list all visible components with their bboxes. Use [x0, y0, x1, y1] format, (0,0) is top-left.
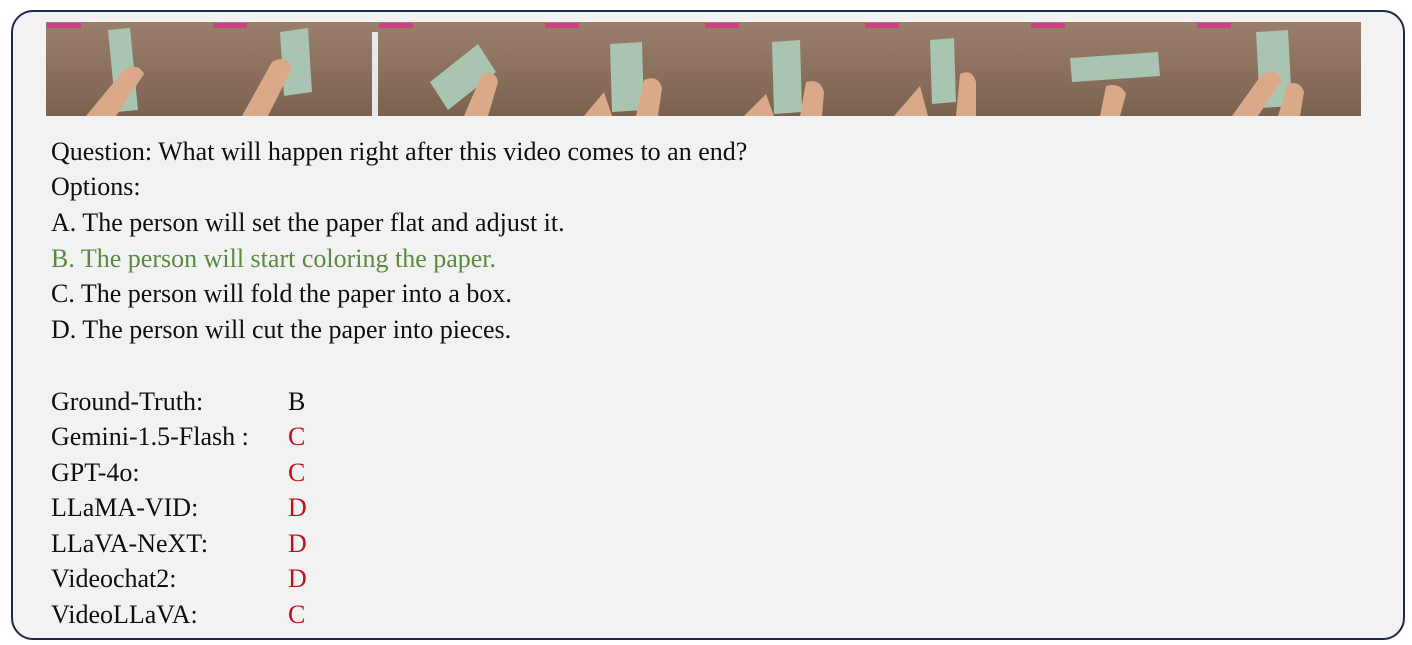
result-row: Gemini-1.5-Flash : C	[51, 422, 305, 452]
model-answer: C	[288, 600, 306, 629]
video-frame-1	[46, 22, 212, 116]
result-row: VideoLLaVA: C	[51, 600, 305, 630]
model-answer: D	[288, 493, 307, 522]
video-frame-strip	[46, 22, 1361, 116]
video-frame-6	[864, 22, 1030, 116]
option-b-correct: B. The person will start coloring the pa…	[51, 244, 497, 273]
result-row: LLaMA-VID: D	[51, 493, 307, 523]
model-name: LLaMA-VID:	[51, 493, 199, 522]
video-frame-3	[378, 22, 544, 116]
result-row: GPT-4o: C	[51, 458, 305, 488]
result-row: Ground-Truth: B	[51, 387, 305, 417]
result-row: LLaVA-NeXT: D	[51, 529, 307, 559]
options-label: Options:	[51, 172, 141, 201]
model-name: Videochat2:	[51, 564, 177, 593]
model-name: VideoLLaVA:	[51, 600, 198, 629]
model-answer: B	[288, 387, 306, 416]
question-text: Question: What will happen right after t…	[51, 137, 748, 166]
model-name: LLaVA-NeXT:	[51, 529, 209, 558]
option-d: D. The person will cut the paper into pi…	[51, 315, 512, 344]
option-a: A. The person will set the paper flat an…	[51, 208, 565, 237]
video-frame-8	[1196, 22, 1361, 116]
model-answer: C	[288, 422, 306, 451]
model-name: Gemini-1.5-Flash :	[51, 422, 249, 451]
video-frame-4	[544, 22, 704, 116]
model-answer: C	[288, 458, 306, 487]
model-name: GPT-4o:	[51, 458, 140, 487]
option-c: C. The person will fold the paper into a…	[51, 279, 512, 308]
video-frame-2	[212, 22, 378, 116]
model-name: Ground-Truth:	[51, 387, 204, 416]
model-answer: D	[288, 564, 307, 593]
video-frame-5	[704, 22, 864, 116]
video-frame-7	[1030, 22, 1196, 116]
model-answer: D	[288, 529, 307, 558]
result-row: Videochat2: D	[51, 564, 307, 594]
